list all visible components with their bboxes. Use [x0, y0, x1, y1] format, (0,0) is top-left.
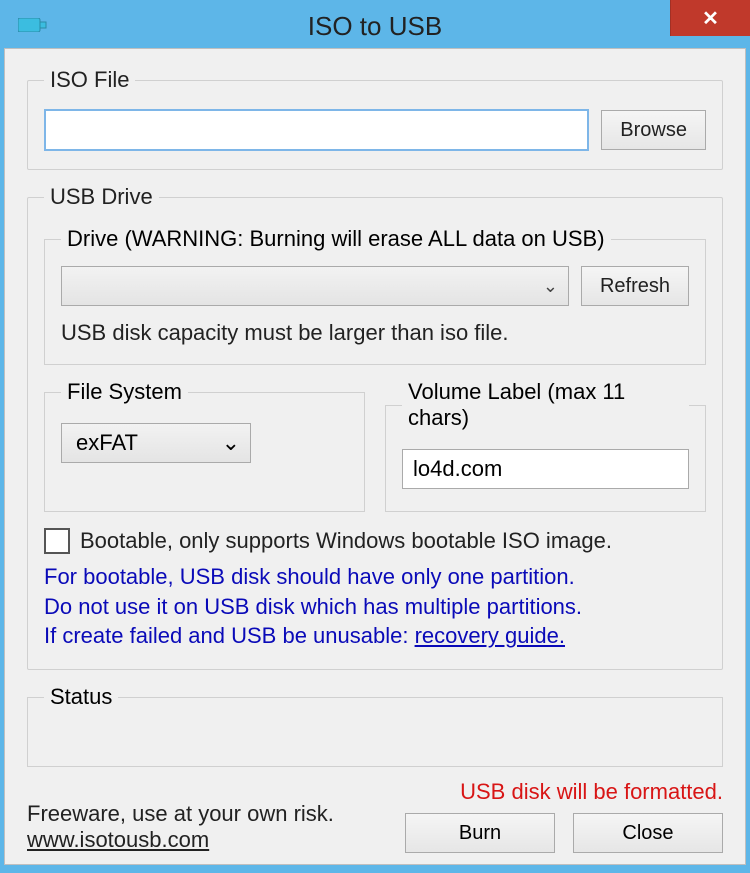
volume-label-legend: Volume Label (max 11 chars) [402, 379, 689, 431]
usb-drive-legend: USB Drive [44, 184, 159, 210]
bootable-label: Bootable, only supports Windows bootable… [80, 528, 612, 554]
close-button[interactable]: Close [573, 813, 723, 853]
format-warning: USB disk will be formatted. [460, 779, 723, 805]
iso-file-legend: ISO File [44, 67, 135, 93]
client-area: ISO File Browse USB Drive Drive (WARNING… [4, 48, 746, 865]
bootable-checkbox[interactable] [44, 528, 70, 554]
file-system-combobox[interactable]: exFAT ⌄ [61, 423, 251, 463]
usb-drive-group: USB Drive Drive (WARNING: Burning will e… [27, 184, 723, 670]
drive-combobox[interactable]: ⌄ [61, 266, 569, 306]
iso-file-group: ISO File Browse [27, 67, 723, 170]
close-icon: ✕ [702, 6, 719, 31]
iso-path-input[interactable] [44, 109, 589, 151]
file-system-group: File System exFAT ⌄ [44, 379, 365, 512]
recovery-guide-link[interactable]: recovery guide. [415, 623, 565, 648]
file-system-legend: File System [61, 379, 188, 405]
titlebar: ISO to USB ✕ [4, 4, 746, 48]
refresh-button[interactable]: Refresh [581, 266, 689, 306]
bootable-note-line2: Do not use it on USB disk which has mult… [44, 592, 706, 622]
footer-info: Freeware, use at your own risk. www.isot… [27, 801, 334, 853]
drive-select-group: Drive (WARNING: Burning will erase ALL d… [44, 226, 706, 365]
app-icon [18, 18, 52, 32]
file-system-selected: exFAT [76, 430, 138, 456]
status-legend: Status [44, 684, 118, 710]
close-window-button[interactable]: ✕ [670, 0, 750, 36]
volume-label-group: Volume Label (max 11 chars) [385, 379, 706, 512]
homepage-link[interactable]: www.isotousb.com [27, 827, 209, 852]
footer: Freeware, use at your own risk. www.isot… [27, 779, 723, 853]
drive-select-legend: Drive (WARNING: Burning will erase ALL d… [61, 226, 611, 252]
chevron-down-icon: ⌄ [222, 430, 240, 456]
burn-button[interactable]: Burn [405, 813, 555, 853]
bootable-note-line3: If create failed and USB be unusable: re… [44, 621, 706, 651]
bootable-notes: For bootable, USB disk should have only … [44, 562, 706, 651]
bootable-note-line1: For bootable, USB disk should have only … [44, 562, 706, 592]
status-group: Status [27, 684, 723, 767]
freeware-text: Freeware, use at your own risk. [27, 801, 334, 827]
capacity-note: USB disk capacity must be larger than is… [61, 320, 689, 346]
chevron-down-icon: ⌄ [543, 276, 558, 297]
volume-label-input[interactable] [402, 449, 689, 489]
browse-button[interactable]: Browse [601, 110, 706, 150]
app-window: ISO to USB ✕ ISO File Browse USB Drive D… [0, 0, 750, 873]
window-title: ISO to USB [308, 11, 442, 42]
